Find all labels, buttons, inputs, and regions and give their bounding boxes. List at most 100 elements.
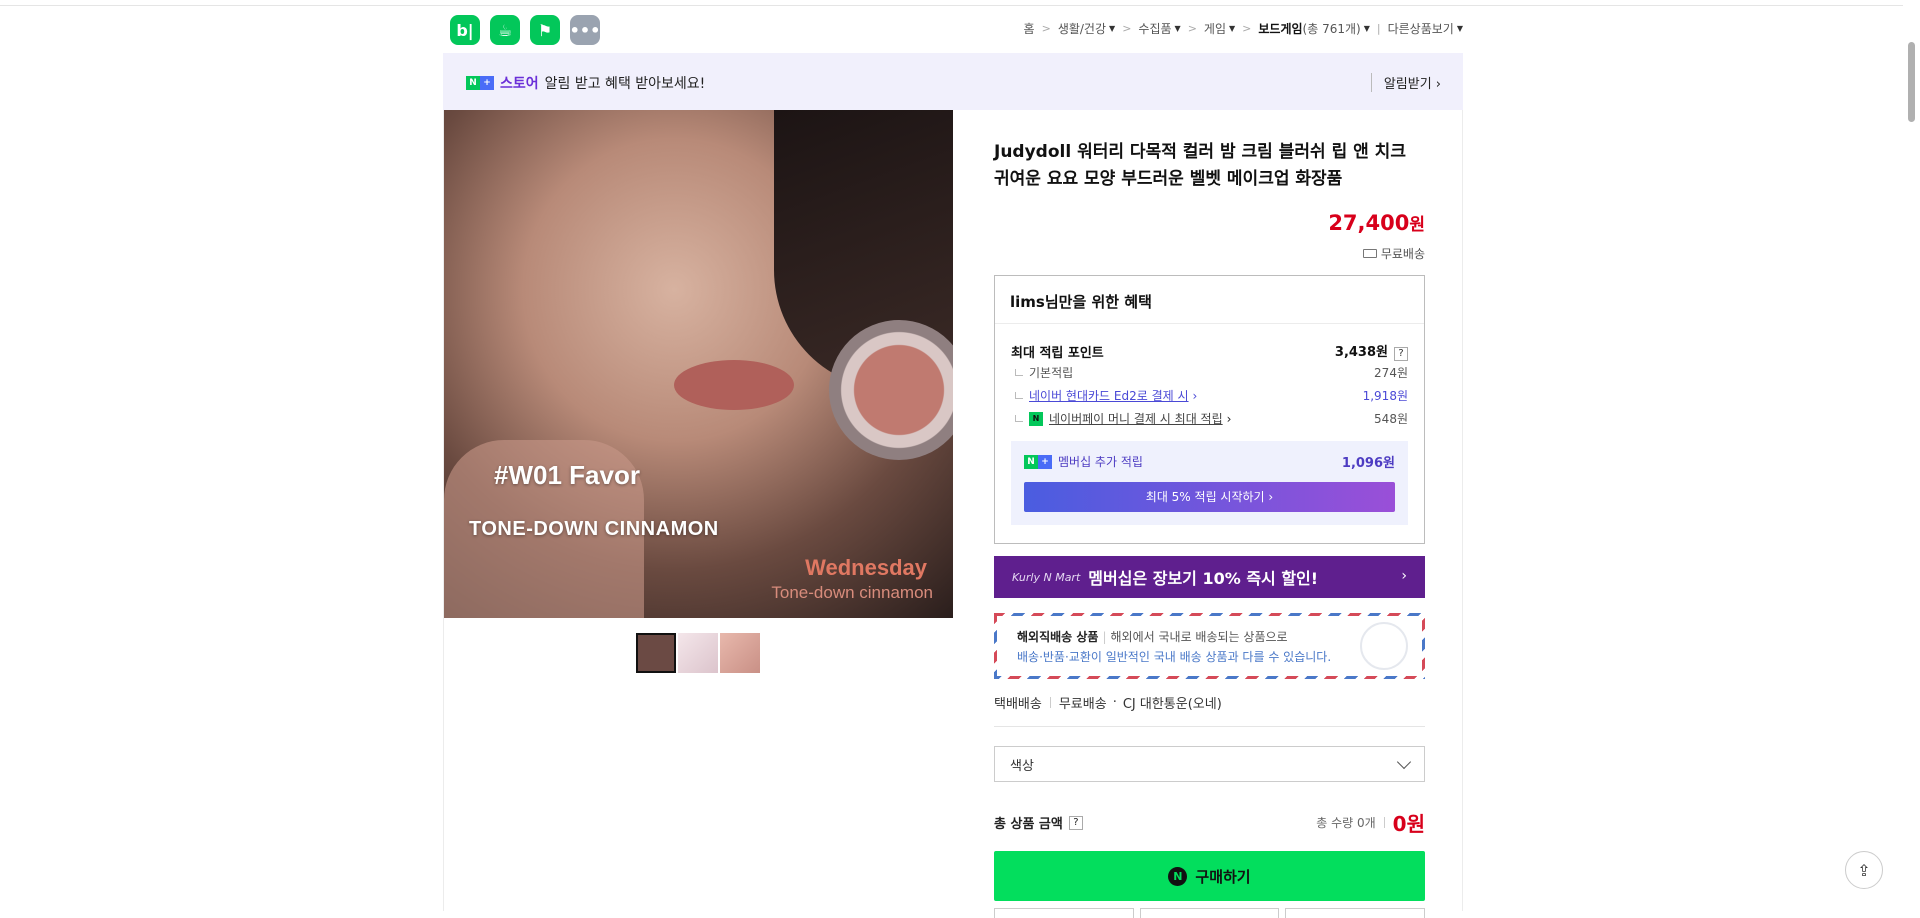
breadcrumb-separator: > [1122,22,1132,35]
caret-down-icon: ▼ [1229,24,1236,33]
breadcrumb-item-health[interactable]: 생활/건강 [1058,20,1106,37]
delivery-info: 택배배송 무료배송 · CJ 대한통운(오네) [994,693,1222,712]
more-icon[interactable]: ••• [570,15,600,45]
kurly-text: 멤버십은 장보기 10% 즉시 할인! [1088,569,1319,588]
breadcrumb-current[interactable]: 보드게임 [1258,20,1302,37]
breadcrumb-count: (총 761개) [1302,22,1361,36]
overseas-desc: 해외에서 국내로 배송되는 상품으로 [1110,630,1288,644]
membership-row: N + 멤버십 추가 적립 1,096원 [1024,452,1395,471]
tree-corner-icon [1015,392,1023,399]
thumbnail-strip [636,633,760,673]
section-divider [994,726,1425,727]
product-title: Judydoll 워터리 다목적 컬러 밤 크림 블러쉬 립 앤 치크 귀여운 … [994,142,1406,189]
other-products-link[interactable]: 다른상품보기 [1388,20,1454,37]
chevron-right-icon: › [1401,568,1407,584]
image-caption-shade: #W01 Favor [494,460,640,490]
tree-corner-icon [1015,415,1023,422]
breadcrumb-separator: > [1041,22,1051,35]
page-container: b| ☕ ⚑ ••• 홈 > 생활/건강 ▼ > 수집품 ▼ > 게임 ▼ > 보드게… [443,6,1463,918]
overseas-notice-inner: 해외직배송 상품 | 해외에서 국내로 배송되는 상품으로 배송·반품·교환이 일반… [997,616,1422,676]
breadcrumb-separator: > [1242,22,1252,35]
kurly-brand: Kurly N Mart [1012,570,1081,584]
price-value: 27,400 [1328,211,1410,235]
divider-bar [1049,697,1051,708]
help-icon[interactable]: ? [1068,815,1083,830]
page-scrollbar[interactable] [1903,0,1920,911]
chevron-down-icon [1396,754,1412,769]
shipping-label: 무료배송 [1380,247,1425,261]
naverpay-icon: N [1029,411,1043,426]
store-logo: N + 스토어 알림 받고 혜택 받아보세요! [466,73,705,93]
pay-points-link[interactable]: 네이버페이 머니 결제 시 최대 적립 [1049,410,1223,427]
product-price: 27,400원 [1328,210,1425,235]
naver-n-icon: N [466,76,480,90]
breadcrumb-home[interactable]: 홈 [1024,20,1035,37]
overseas-note: 배송·반품·교환이 일반적인 국내 배송 상품과 다를 수 있습니다. [1017,650,1332,664]
bookmark-icon[interactable]: ⚑ [530,15,560,45]
kurly-mart-banner[interactable]: Kurly N Mart 멤버십은 장보기 10% 즉시 할인! › [994,556,1425,598]
thumbnail-1[interactable] [636,633,676,673]
caret-down-icon: ▼ [1109,24,1116,33]
delivery-type: 택배배송 [994,697,1042,712]
plus-icon: + [480,76,494,90]
truck-icon [1362,249,1377,258]
buy-label: 구매하기 [1195,867,1251,886]
secondary-button-3[interactable] [1285,908,1426,918]
banner-message: 알림 받고 혜택 받아보세요! [544,76,706,92]
image-caption-sub: Tone-down cinnamon [771,583,933,602]
divider-bar [1383,817,1385,828]
naver-n-icon: N [1024,454,1038,469]
dot-separator: · [1112,695,1117,710]
subscribe-alert-button[interactable]: 알림받기 › [1370,73,1441,92]
caret-down-icon: ▼ [1456,24,1463,33]
image-caption-name: TONE-DOWN CINNAMON [469,518,719,540]
breadcrumb-item-collectibles[interactable]: 수집품 [1138,20,1171,37]
benefit-box: lims님만을 위한 혜택 최대 적립 포인트 3,438원? 기본적립 274… [994,275,1425,544]
shipping-info: 무료배송 [1362,245,1425,262]
delivery-fee: 무료배송 [1058,697,1107,712]
card-points-link[interactable]: 네이버 현대카드 Ed2로 결제 시 [1029,387,1189,404]
color-option-placeholder: 색상 [1010,758,1034,774]
membership-label: 멤버십 추가 적립 [1058,455,1143,469]
chevron-right-icon: › [1226,411,1232,426]
cafe-icon[interactable]: ☕ [490,15,520,45]
color-option-select[interactable]: 색상 [994,746,1425,782]
max-points-label: 최대 적립 포인트 [1011,345,1104,361]
secondary-button-2[interactable] [1139,908,1280,918]
benefit-header: lims님만을 위한 혜택 [995,276,1424,324]
caret-down-icon: ▼ [1363,24,1370,33]
naverpay-n-icon: N [1168,866,1188,886]
scrollbar-thumb[interactable] [1908,42,1915,122]
membership-start-button[interactable]: 최대 5% 적립 시작하기 › [1024,482,1395,512]
breadcrumb-item-games[interactable]: 게임 [1204,20,1226,37]
thumbnail-2[interactable] [678,633,718,673]
blog-icon[interactable]: b| [450,15,480,45]
image-lips [674,360,794,410]
total-amount: 0원 [1392,812,1425,836]
product-content: #W01 Favor TONE-DOWN CINNAMON Wednesday … [443,110,1463,918]
breadcrumb-separator: > [1187,22,1197,35]
help-icon[interactable]: ? [1394,347,1408,361]
card-points-value: 1,918원 [1362,389,1408,403]
overseas-shipping-notice: 해외직배송 상품 | 해외에서 국내로 배송되는 상품으로 배송·반품·교환이 일반… [994,613,1425,679]
total-label: 총 상품 금액 [994,817,1063,832]
max-points-row: 최대 적립 포인트 3,438원? [1011,341,1408,361]
airplane-stamp-icon [1360,622,1408,670]
divider-bar: | [1102,630,1107,644]
card-points-row: 네이버 현대카드 Ed2로 결제 시 › 1,918원 [1011,387,1408,404]
chevron-right-icon: › [1192,388,1198,403]
product-main-image[interactable]: #W01 Favor TONE-DOWN CINNAMON Wednesday … [444,110,953,618]
membership-box: N + 멤버십 추가 적립 1,096원 최대 5% 적립 시작하기 › [1011,441,1408,525]
store-alert-banner: N + 스토어 알림 받고 혜택 받아보세요! 알림받기 › [443,53,1463,110]
pay-points-row: N 네이버페이 머니 결제 시 최대 적립 › 548원 [1011,410,1408,427]
price-unit: 원 [1409,215,1425,235]
image-caption-day: Wednesday [805,555,927,580]
basic-points-value: 274원 [1374,366,1408,380]
buy-button[interactable]: N 구매하기 [994,851,1425,901]
store-label: 스토어 [500,76,539,92]
basic-points-row: 기본적립 274원 [1011,364,1408,381]
thumbnail-3[interactable] [720,633,760,673]
share-icon[interactable]: ⇪ [1845,851,1883,889]
tree-corner-icon [1015,369,1023,376]
secondary-button-1[interactable] [994,908,1134,918]
